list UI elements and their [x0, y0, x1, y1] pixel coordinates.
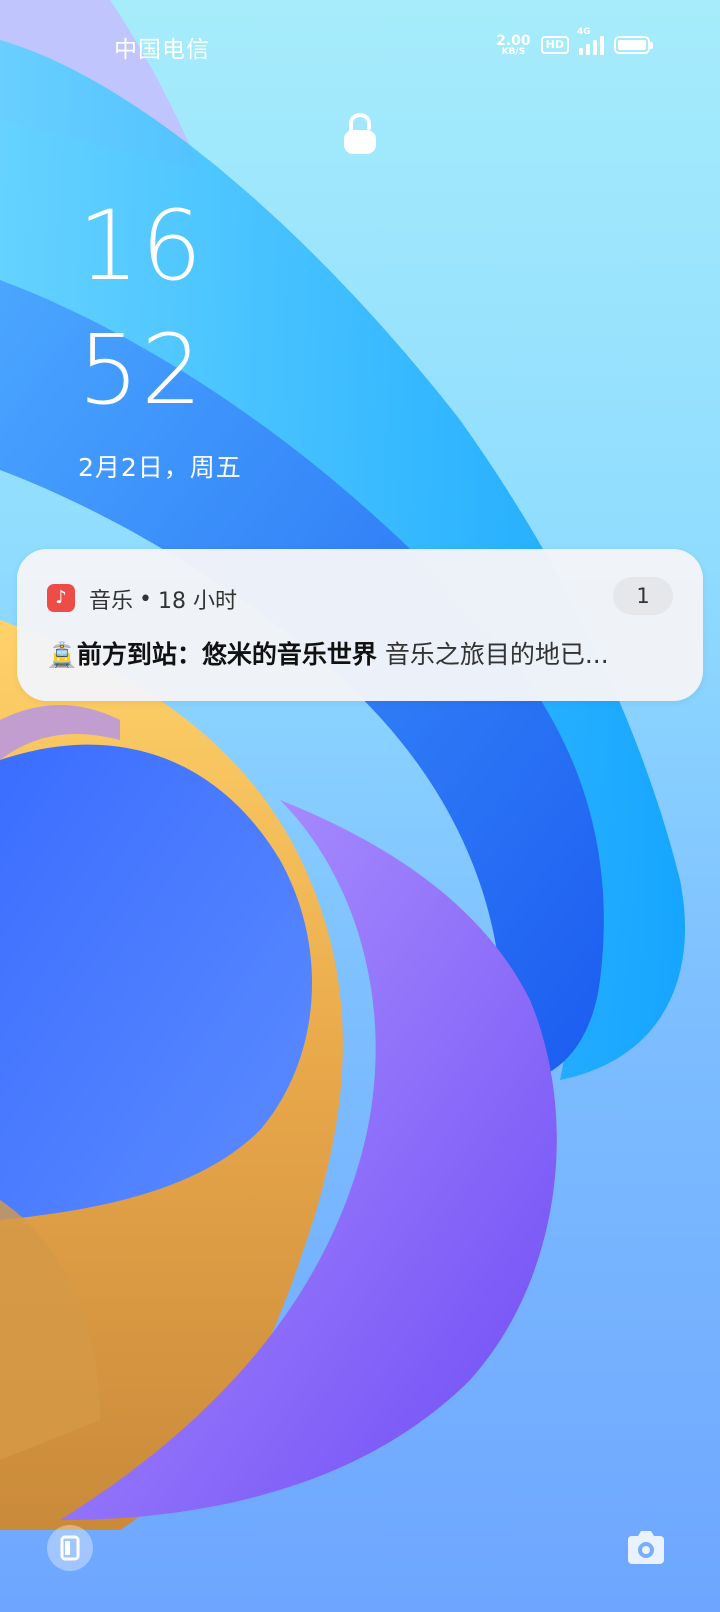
- network-type-label: 4G: [577, 27, 591, 37]
- status-bar: 中国电信 2.00 KB/S HD 4G: [0, 0, 720, 90]
- notification-body: 🚊前方到站：悠米的音乐世界 音乐之旅目的地已...: [47, 635, 687, 671]
- music-note-icon: ♪: [47, 584, 75, 612]
- padlock-icon: [344, 112, 376, 154]
- hd-voice-icon: HD: [540, 36, 569, 54]
- clock-minute: 52: [78, 314, 205, 426]
- wallet-icon[interactable]: [46, 1524, 94, 1572]
- camera-icon[interactable]: [622, 1524, 670, 1572]
- carrier-name: 中国电信: [114, 37, 210, 63]
- notification-text: 音乐之旅目的地已...: [384, 640, 609, 669]
- tram-emoji-icon: 🚊: [47, 641, 77, 669]
- battery-full-icon: [614, 36, 653, 54]
- network-speed-unit: KB/S: [501, 46, 526, 57]
- network-speed: 2.00 KB/S: [496, 34, 531, 57]
- notification-separator: •: [139, 586, 152, 612]
- network-speed-value: 2.00: [496, 32, 531, 49]
- notification-app-name: 音乐: [89, 589, 134, 614]
- notification-card[interactable]: ♪ 音乐 • 18 小时 1 🚊前方到站：悠米的音乐世界 音乐之旅目的地已...: [17, 549, 703, 701]
- lock-date: 2月2日，周五: [78, 453, 242, 482]
- notification-time: 18 小时: [158, 589, 237, 614]
- notification-title: 前方到站：悠米的音乐世界: [76, 640, 377, 669]
- notification-count-badge[interactable]: 1: [613, 577, 673, 615]
- signal-bars-icon: 4G: [577, 27, 604, 55]
- clock-hour: 16: [78, 190, 205, 302]
- status-icons: 2.00 KB/S HD 4G: [496, 27, 653, 60]
- notification-header: 音乐 • 18 小时: [89, 583, 237, 615]
